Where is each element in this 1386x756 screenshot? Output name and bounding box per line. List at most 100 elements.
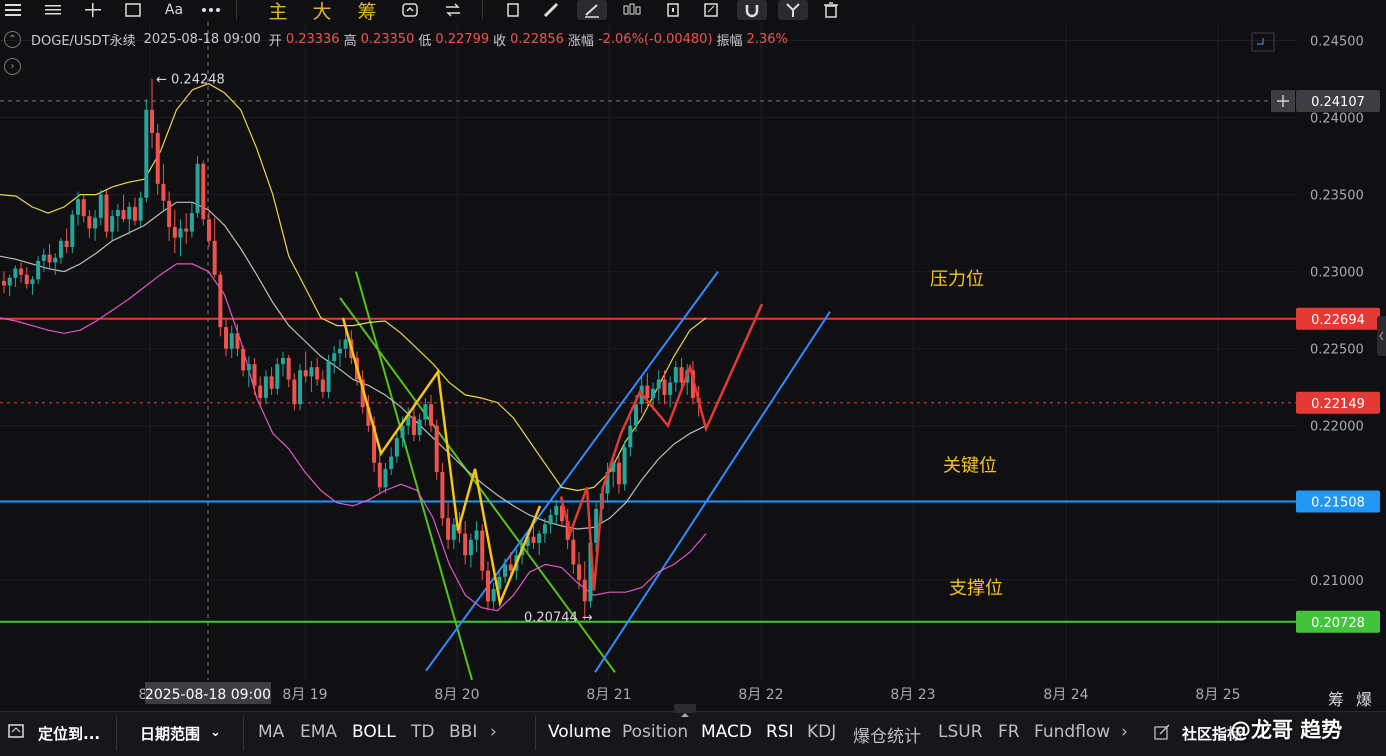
toolbar-divider-2 <box>482 0 483 20</box>
candle-body <box>292 379 297 405</box>
crosshair-icon[interactable] <box>84 0 102 20</box>
indicator-volume[interactable]: Volume <box>548 722 611 742</box>
chevron-down-icon[interactable]: ⌄ <box>210 725 221 740</box>
lines-icon[interactable] <box>44 0 62 20</box>
more-icon[interactable] <box>200 0 222 20</box>
candle-body <box>98 194 103 218</box>
divider <box>116 716 117 750</box>
swap-icon[interactable] <box>442 0 464 20</box>
chip-button[interactable]: 筹 <box>355 0 379 23</box>
big-order-button[interactable]: 大 <box>310 0 334 23</box>
candle-body <box>280 357 285 365</box>
candle-body <box>201 163 206 220</box>
candle-body <box>104 194 109 232</box>
right-panel-handle[interactable] <box>1377 316 1386 356</box>
price-tag-label: 0.20728 <box>1311 616 1365 631</box>
high-annotation: ← 0.24248 <box>156 72 225 87</box>
x-tick-label: 8月 21 <box>586 687 631 703</box>
candle-body <box>24 274 29 284</box>
candle-icon[interactable] <box>620 0 644 20</box>
note-icon[interactable] <box>700 0 722 20</box>
main-force-button[interactable]: 主 <box>266 0 290 23</box>
close-label: 收 <box>493 33 507 49</box>
expand-icon <box>1251 32 1275 52</box>
date-range-button[interactable]: 日期范围 <box>140 723 200 744</box>
symbol-info-bar: ⌃ DOGE/USDT永续 2025-08-18 09:00 开 0.23336… <box>0 30 792 49</box>
candle-body <box>616 462 621 485</box>
level-label: 压力位 <box>930 269 984 290</box>
bottom-toolbar: 定位到... 日期范围 ⌄ MA EMA BOLL TD BBI › Volum… <box>0 704 1386 756</box>
collapse-icon[interactable]: ⌃ <box>4 30 21 48</box>
collapse-panel-handle[interactable] <box>674 704 696 717</box>
indicator-td[interactable]: TD <box>411 722 434 742</box>
brush-icon[interactable] <box>577 0 607 20</box>
timer-icon[interactable] <box>662 0 684 20</box>
candle-body <box>121 210 126 220</box>
price-tag-label: 0.21508 <box>1311 496 1365 511</box>
candle-body <box>138 197 143 221</box>
candle-body <box>554 505 559 516</box>
indicator-ema[interactable]: EMA <box>300 722 337 742</box>
magnet-icon[interactable] <box>737 0 767 20</box>
liquidation-button[interactable]: 爆 <box>1356 686 1372 710</box>
shape-icon[interactable] <box>502 0 524 20</box>
font-icon[interactable]: Aa <box>162 0 186 20</box>
ruler-icon[interactable] <box>540 0 562 20</box>
candle-body <box>64 240 69 247</box>
candle-body <box>224 327 229 349</box>
y-tick-label: 0.22000 <box>1310 420 1364 435</box>
chip-distribution-button[interactable]: 筹 <box>1328 686 1344 710</box>
candle-body <box>309 367 314 377</box>
price-tag-label: 0.22694 <box>1311 313 1365 328</box>
candle-body <box>155 132 160 184</box>
candle-body <box>2 280 6 286</box>
crosshair-date-label: 2025-08-18 09:00 <box>145 687 271 703</box>
menu-icon[interactable] <box>4 0 22 20</box>
price-chart[interactable]: 压力位关键位支撑位 ← 0.24248 0.20744 → 0.24500 0.24… <box>0 22 1386 711</box>
indicator-fundflow[interactable]: Fundflow <box>1034 722 1110 742</box>
bar-datetime: 2025-08-18 09:00 <box>143 31 261 47</box>
open-label: 开 <box>268 33 282 49</box>
candle-body <box>93 217 98 229</box>
goto-button[interactable]: 定位到... <box>38 723 100 744</box>
low-label: 低 <box>418 33 432 49</box>
candle-body <box>491 589 496 602</box>
candle-body <box>320 379 325 392</box>
delete-icon[interactable] <box>820 0 842 20</box>
candle-body <box>19 268 24 275</box>
candle-body <box>252 364 257 386</box>
indicator-rsi[interactable]: RSI <box>766 722 794 742</box>
indicator-ma[interactable]: MA <box>258 722 284 742</box>
candle-body <box>150 109 155 133</box>
edit-icon[interactable] <box>1154 724 1170 745</box>
indicator-macd[interactable]: MACD <box>701 722 752 742</box>
indicator-liquidation[interactable]: 爆仓统计 <box>853 722 921 747</box>
candle-body <box>662 379 667 395</box>
candle-body <box>417 419 422 435</box>
candle-body <box>389 456 394 469</box>
candle-body <box>377 462 382 488</box>
fork-icon[interactable] <box>778 0 808 20</box>
candle-body <box>286 357 291 380</box>
candle-body <box>411 416 416 435</box>
goto-icon[interactable] <box>8 724 24 742</box>
expand-panel-icon[interactable]: › <box>4 54 21 75</box>
candle-body <box>70 214 75 247</box>
indicator-bbi[interactable]: BBI <box>449 722 477 742</box>
indicator-boll[interactable]: BOLL <box>352 722 396 742</box>
indicator-lsur[interactable]: LSUR <box>938 722 983 742</box>
change-label: 涨幅 <box>567 33 594 49</box>
main-indicators-more-icon[interactable]: › <box>490 722 497 742</box>
price-tag-label: 0.24107 <box>1311 95 1365 110</box>
x-tick-label: 8月 25 <box>1195 687 1240 703</box>
indicator-kdj[interactable]: KDJ <box>807 722 836 742</box>
sub-indicators-more-icon[interactable]: › <box>1121 722 1128 742</box>
candle-body <box>463 533 468 556</box>
candle-body <box>81 199 86 217</box>
sync-icon[interactable] <box>400 0 422 20</box>
window-icon[interactable] <box>124 0 142 20</box>
indicator-fr[interactable]: FR <box>998 722 1020 742</box>
high-label: 高 <box>343 33 357 49</box>
indicator-position[interactable]: Position <box>622 722 688 742</box>
candle-body <box>537 533 542 543</box>
